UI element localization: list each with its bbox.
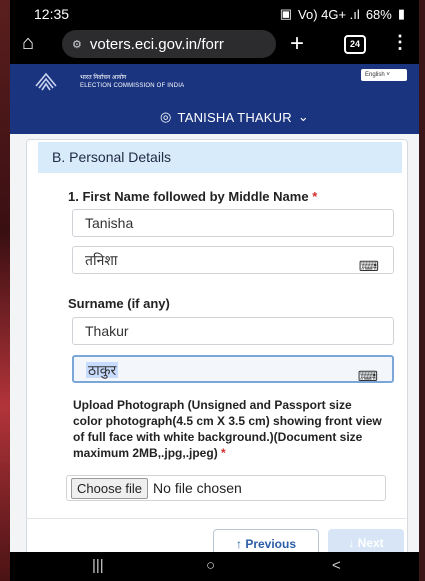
- status-indicators: ▣ Vo) 4G+ .ıl 68% ▮: [280, 6, 405, 22]
- new-tab-icon[interactable]: +: [290, 30, 304, 58]
- browser-toolbar: ⌂ ⚙ voters.eci.gov.in/forr + 24 ⋮: [10, 26, 419, 64]
- language-value: English: [365, 72, 385, 78]
- user-menu[interactable]: ◎ TANISHA THAKUR ⌄: [160, 109, 309, 125]
- site-header: भारत निर्वाचन आयोग ELECTION COMMISSION O…: [10, 64, 419, 98]
- user-icon: ◎: [160, 109, 172, 124]
- first-name-hindi-value: तनिशा: [85, 252, 118, 268]
- first-name-english-input[interactable]: Tanisha: [72, 209, 394, 237]
- keyboard-icon[interactable]: ⌨: [358, 363, 378, 389]
- status-bar: 12:35 ▣ Vo) 4G+ .ıl 68% ▮: [10, 0, 419, 26]
- address-bar[interactable]: ⚙ voters.eci.gov.in/forr: [62, 30, 276, 58]
- file-status: No file chosen: [153, 480, 242, 496]
- background-left-edge: [0, 0, 10, 581]
- org-name-hi: भारत निर्वाचन आयोग: [80, 75, 127, 81]
- keyboard-icon[interactable]: ⌨: [359, 253, 379, 279]
- chevron-down-icon: ˅: [386, 72, 390, 78]
- first-name-label: 1. First Name followed by Middle Name *: [68, 189, 318, 204]
- address-url[interactable]: voters.eci.gov.in/forr: [90, 36, 270, 53]
- surname-hindi-input[interactable]: ठाकुर ⌨: [72, 355, 394, 384]
- form-divider: [26, 518, 406, 519]
- background-right-edge: [419, 0, 425, 581]
- first-name-hindi-input[interactable]: तनिशा ⌨: [72, 246, 394, 274]
- eci-logo-icon: [35, 72, 57, 91]
- battery-level: 68%: [365, 6, 392, 22]
- home-nav-icon[interactable]: ○: [206, 557, 215, 574]
- photo-file-input[interactable]: Choose file No file chosen: [66, 475, 386, 501]
- notification-icon: ▣: [279, 6, 293, 21]
- section-title: B. Personal Details: [38, 142, 402, 173]
- surname-label: Surname (if any): [68, 296, 170, 311]
- language-select[interactable]: English ˅: [361, 69, 407, 81]
- user-name: TANISHA THAKUR: [177, 109, 292, 125]
- signal-indicators: Vo) 4G+ .ıl: [298, 6, 360, 22]
- tab-switcher-button[interactable]: 24: [344, 35, 366, 54]
- battery-icon: ▮: [397, 6, 405, 21]
- surname-english-input[interactable]: Thakur: [72, 317, 394, 345]
- required-mark: *: [221, 446, 226, 460]
- back-icon[interactable]: <: [332, 557, 341, 574]
- home-icon[interactable]: ⌂: [22, 32, 34, 55]
- choose-file-button[interactable]: Choose file: [71, 477, 149, 499]
- recent-apps-icon[interactable]: |||: [92, 557, 104, 574]
- required-mark: *: [312, 189, 318, 204]
- org-name-en: ELECTION COMMISSION OF INDIA: [80, 83, 185, 89]
- phone-screen: 12:35 ▣ Vo) 4G+ .ıl 68% ▮ ⌂ ⚙ voters.eci…: [10, 0, 419, 581]
- chevron-down-icon: ⌄: [297, 109, 309, 124]
- surname-hindi-value: ठाकुर: [86, 362, 119, 378]
- browser-menu-icon[interactable]: ⋮: [391, 32, 409, 53]
- status-time: 12:35: [34, 6, 70, 22]
- photo-upload-label: Upload Photograph (Unsigned and Passport…: [73, 398, 382, 460]
- system-nav-bar: ||| ○ <: [10, 552, 419, 581]
- user-bar: ◎ TANISHA THAKUR ⌄: [10, 98, 419, 134]
- org-name: भारत निर्वाचन आयोग ELECTION COMMISSION O…: [80, 73, 184, 89]
- site-settings-icon[interactable]: ⚙: [72, 38, 82, 51]
